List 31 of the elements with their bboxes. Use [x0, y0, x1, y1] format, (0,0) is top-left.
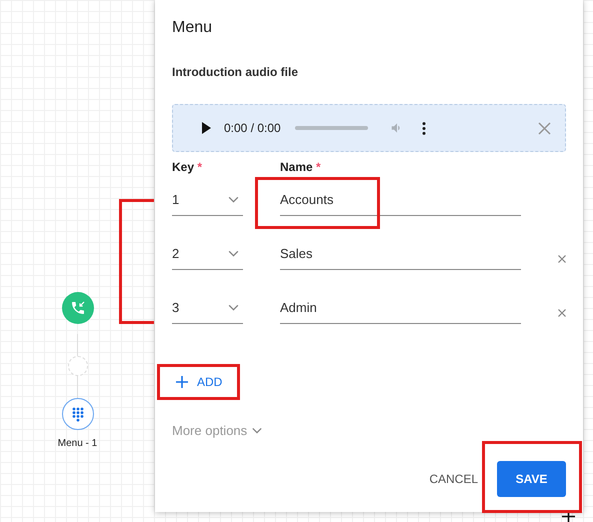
key-select[interactable]: 3 — [172, 292, 243, 324]
panel-title: Menu — [172, 18, 214, 38]
remove-icon[interactable] — [558, 309, 566, 317]
chevron-down-icon — [252, 427, 262, 434]
key-select[interactable]: 1 — [172, 184, 243, 216]
chevron-down-icon — [228, 250, 239, 257]
close-icon[interactable] — [538, 122, 551, 134]
menu-node[interactable] — [62, 398, 94, 430]
add-button[interactable]: ADD — [176, 373, 222, 391]
audio-progress-track[interactable] — [294, 126, 368, 130]
phone-icon — [70, 300, 86, 316]
node-label: Menu - 1 — [58, 437, 98, 451]
dialpad-icon — [72, 406, 84, 422]
column-header: Name * — [280, 159, 321, 176]
name-field[interactable]: Admin — [280, 292, 521, 324]
phone-node[interactable] — [62, 292, 94, 324]
name-field[interactable]: Accounts — [280, 184, 521, 216]
play-icon[interactable] — [201, 122, 211, 134]
chevron-down-icon — [228, 304, 239, 311]
more-icon[interactable] — [422, 122, 426, 134]
save-button[interactable]: SAVE — [497, 460, 566, 496]
plus-icon[interactable] — [562, 510, 575, 522]
audio-time: 0:00 / 0:00 — [224, 120, 281, 137]
plus-icon — [176, 376, 188, 388]
audio-label: Introduction audio file — [172, 64, 299, 81]
remove-icon[interactable] — [558, 255, 566, 263]
name-field[interactable]: Sales — [280, 238, 521, 270]
cancel-button[interactable]: CANCEL — [429, 470, 478, 488]
chevron-down-icon — [228, 196, 239, 203]
key-select[interactable]: 2 — [172, 238, 243, 270]
column-header: Key * — [172, 159, 204, 176]
